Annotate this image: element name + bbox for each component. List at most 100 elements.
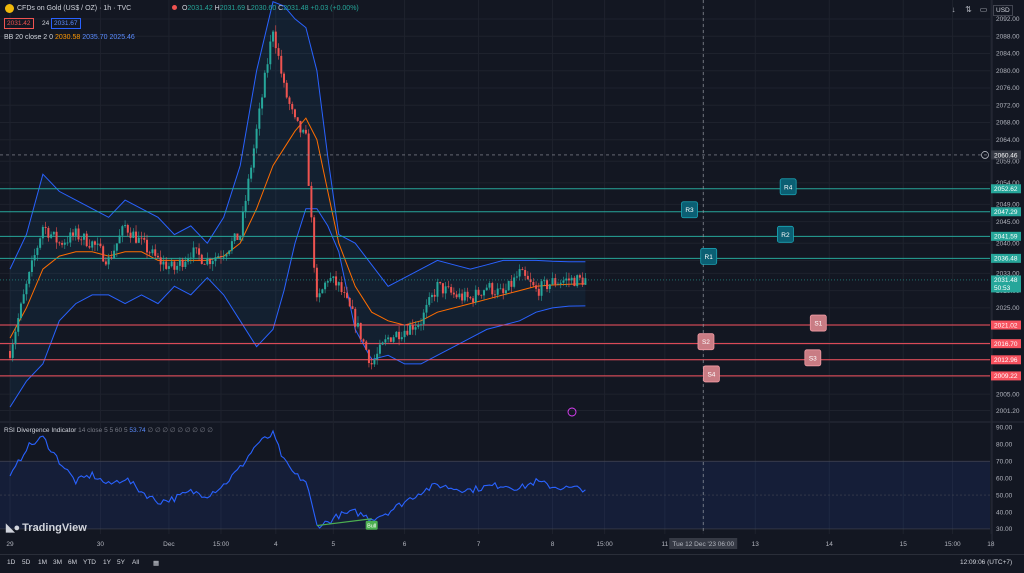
- candle-body: [274, 31, 277, 49]
- chart-stage[interactable]: Bull 29 30 Dec 15:00 4 5 6 7 8 15:00 11 Tue 12 Dec …: [0, 0, 1024, 573]
- symbol-title[interactable]: CFDs on Gold (US$ / OZ) · 1h · TVC: [17, 5, 131, 12]
- candle-body: [209, 258, 212, 265]
- candle-body: [255, 128, 258, 149]
- candle-body: [85, 233, 88, 247]
- y-tick-label: 2084.00: [996, 51, 1020, 58]
- y-tick-label: 2068.00: [996, 120, 1020, 127]
- candle-body: [41, 226, 44, 239]
- candle-body: [176, 265, 179, 270]
- rsi-y-tick-label: 60.00: [996, 475, 1013, 482]
- candle-body: [91, 241, 94, 248]
- rsi-params: 14 close 5 5 60 5: [78, 427, 128, 434]
- candle-body: [80, 239, 83, 241]
- timeframe-3m[interactable]: 3M: [53, 559, 62, 566]
- crosshair-time-label: Tue 12 Dec '23 06:00: [672, 541, 734, 548]
- chart-canvas[interactable]: Bull 29 30 Dec 15:00 4 5 6 7 8 15:00 11 Tue 12 Dec …: [0, 0, 1024, 572]
- close-value: 2031.48: [283, 5, 309, 12]
- level-badge-label: R4: [784, 184, 793, 191]
- tradingview-logo: ◣● TradingView: [6, 521, 87, 534]
- candle-body: [307, 133, 310, 186]
- candle-body: [206, 258, 209, 265]
- candle-body: [118, 235, 121, 244]
- candle-body: [241, 211, 244, 236]
- candle-body: [280, 55, 283, 74]
- level-badge-label: R2: [781, 232, 790, 239]
- candle-body: [376, 353, 379, 360]
- level-badge-label: S2: [702, 339, 710, 346]
- bb-lower: 2025.46: [109, 34, 135, 41]
- arrow-down-icon[interactable]: ↓: [948, 4, 959, 15]
- rsi-y-tick-label: 30.00: [996, 526, 1013, 533]
- ask-button[interactable]: 2031.67: [51, 18, 81, 29]
- spread-value: 24: [42, 20, 50, 27]
- candle-body: [233, 233, 236, 242]
- timeframe-5y[interactable]: 5Y: [117, 559, 125, 566]
- candle-body: [518, 269, 521, 277]
- y-tick-label: 2092.00: [996, 16, 1020, 23]
- candle-body: [200, 254, 203, 264]
- timeframe-1d[interactable]: 1D: [7, 559, 15, 566]
- currency-selector[interactable]: USD: [993, 5, 1013, 16]
- candle-body: [88, 246, 91, 248]
- y-tick-label: 2025.00: [996, 305, 1020, 312]
- candle-body: [450, 287, 453, 293]
- candle-body: [411, 324, 414, 330]
- candle-body: [63, 242, 66, 245]
- candle-body: [58, 242, 61, 244]
- candle-body: [140, 237, 143, 239]
- timeframe-1y[interactable]: 1Y: [103, 559, 111, 566]
- candle-body: [472, 298, 475, 303]
- candle-body: [515, 276, 518, 278]
- timeframe-6m[interactable]: 6M: [68, 559, 77, 566]
- candle-body: [524, 270, 527, 276]
- timeframe-all[interactable]: All: [132, 559, 139, 566]
- bb-label: BB 20 close 2 0: [4, 34, 54, 41]
- candle-body: [381, 342, 384, 345]
- rsi-indicator-title[interactable]: RSI Divergence Indicator 14 close 5 5 60…: [4, 426, 213, 434]
- candle-body: [578, 275, 581, 278]
- bid-button[interactable]: 2031.42: [4, 18, 34, 29]
- candle-body: [532, 282, 535, 286]
- crosshair-price-label: 2060.46: [994, 152, 1018, 159]
- candle-body: [458, 293, 461, 298]
- candle-body: [483, 290, 486, 296]
- fullscreen-icon[interactable]: ▭: [978, 4, 989, 15]
- rsi-y-tick-label: 90.00: [996, 425, 1013, 432]
- candle-body: [50, 234, 53, 238]
- current-price-tag: 2031.48: [994, 277, 1018, 284]
- candle-body: [428, 297, 431, 305]
- timeframe-ytd[interactable]: YTD: [83, 559, 96, 566]
- candle-body: [230, 241, 233, 251]
- candle-body: [387, 337, 390, 340]
- candle-body: [403, 330, 406, 338]
- x-tick-label: 18: [987, 541, 995, 548]
- candle-body: [477, 289, 480, 295]
- candle-body: [565, 278, 568, 281]
- layout-icon[interactable]: ⇅: [963, 4, 974, 15]
- candle-body: [313, 217, 316, 268]
- candle-body: [513, 277, 516, 287]
- candle-body: [9, 351, 11, 358]
- candle-body: [285, 82, 288, 98]
- candle-body: [113, 250, 116, 259]
- candle-body: [146, 239, 148, 253]
- candle-body: [96, 243, 99, 245]
- candle-body: [288, 97, 291, 104]
- x-tick-label: 6: [403, 541, 407, 548]
- candle-body: [365, 341, 368, 350]
- candle-body: [543, 280, 546, 282]
- candle-body: [335, 276, 338, 286]
- candle-body: [433, 294, 436, 297]
- bb-upper: 2035.70: [82, 34, 108, 41]
- candle-body: [496, 288, 499, 295]
- calendar-icon[interactable]: ▦: [153, 559, 159, 567]
- rsi-value: 53.74: [129, 427, 146, 434]
- level-price-tag: 2041.59: [994, 234, 1018, 241]
- x-tick-label: 8: [551, 541, 555, 548]
- candle-body: [162, 261, 165, 265]
- bb-indicator-row[interactable]: BB 20 close 2 0 2030.58 2035.70 2025.46: [4, 34, 135, 41]
- timeframe-5d[interactable]: 5D: [22, 559, 30, 566]
- bull-label: Bull: [367, 523, 376, 529]
- timeframe-1m[interactable]: 1M: [38, 559, 47, 566]
- candle-body: [143, 237, 146, 240]
